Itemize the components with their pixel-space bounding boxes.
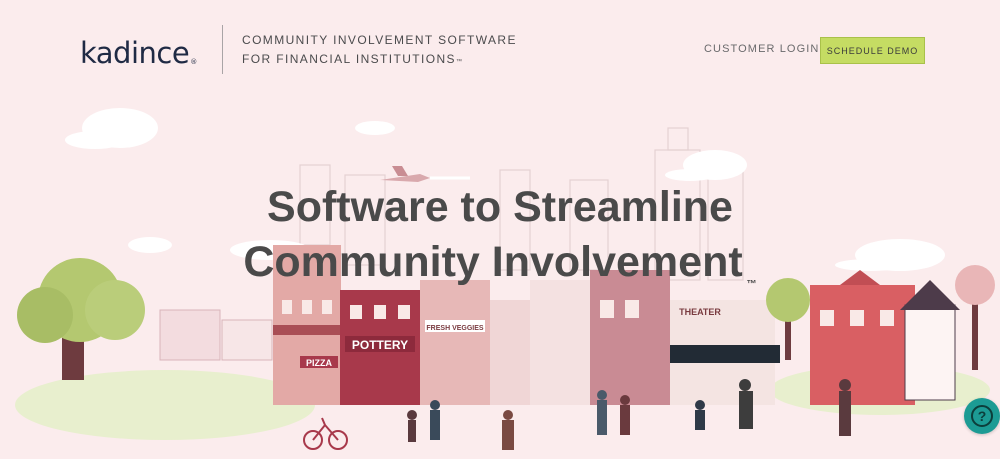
tagline-line-2: FOR FINANCIAL INSTITUTIONS™ <box>242 52 464 66</box>
kadince-logo[interactable]: kadince® <box>80 36 197 70</box>
hero-title-line-2: Community Involvement ™ <box>243 238 757 290</box>
customer-login-link[interactable]: CUSTOMER LOGIN <box>704 43 819 55</box>
header-divider <box>222 25 223 74</box>
hero-title-line-1: Software to Streamline <box>267 183 733 231</box>
schedule-demo-button[interactable]: SCHEDULE DEMO <box>820 37 925 64</box>
sign-pizza: PIZZA <box>306 358 332 368</box>
tagline: COMMUNITY INVOLVEMENT SOFTWARE FOR FINAN… <box>242 31 517 72</box>
tagline-line-1: COMMUNITY INVOLVEMENT SOFTWARE <box>242 33 517 47</box>
sign-veggies: FRESH VEGGIES <box>426 325 484 332</box>
help-chat-button[interactable]: ? <box>964 398 1000 434</box>
site-header: kadince® COMMUNITY INVOLVEMENT SOFTWARE … <box>0 0 1000 100</box>
question-icon: ? <box>971 405 993 427</box>
hero-headline: Software to Streamline Community Involve… <box>0 180 1000 290</box>
sign-theater: THEATER <box>679 307 721 317</box>
sign-pottery: POTTERY <box>352 338 408 352</box>
